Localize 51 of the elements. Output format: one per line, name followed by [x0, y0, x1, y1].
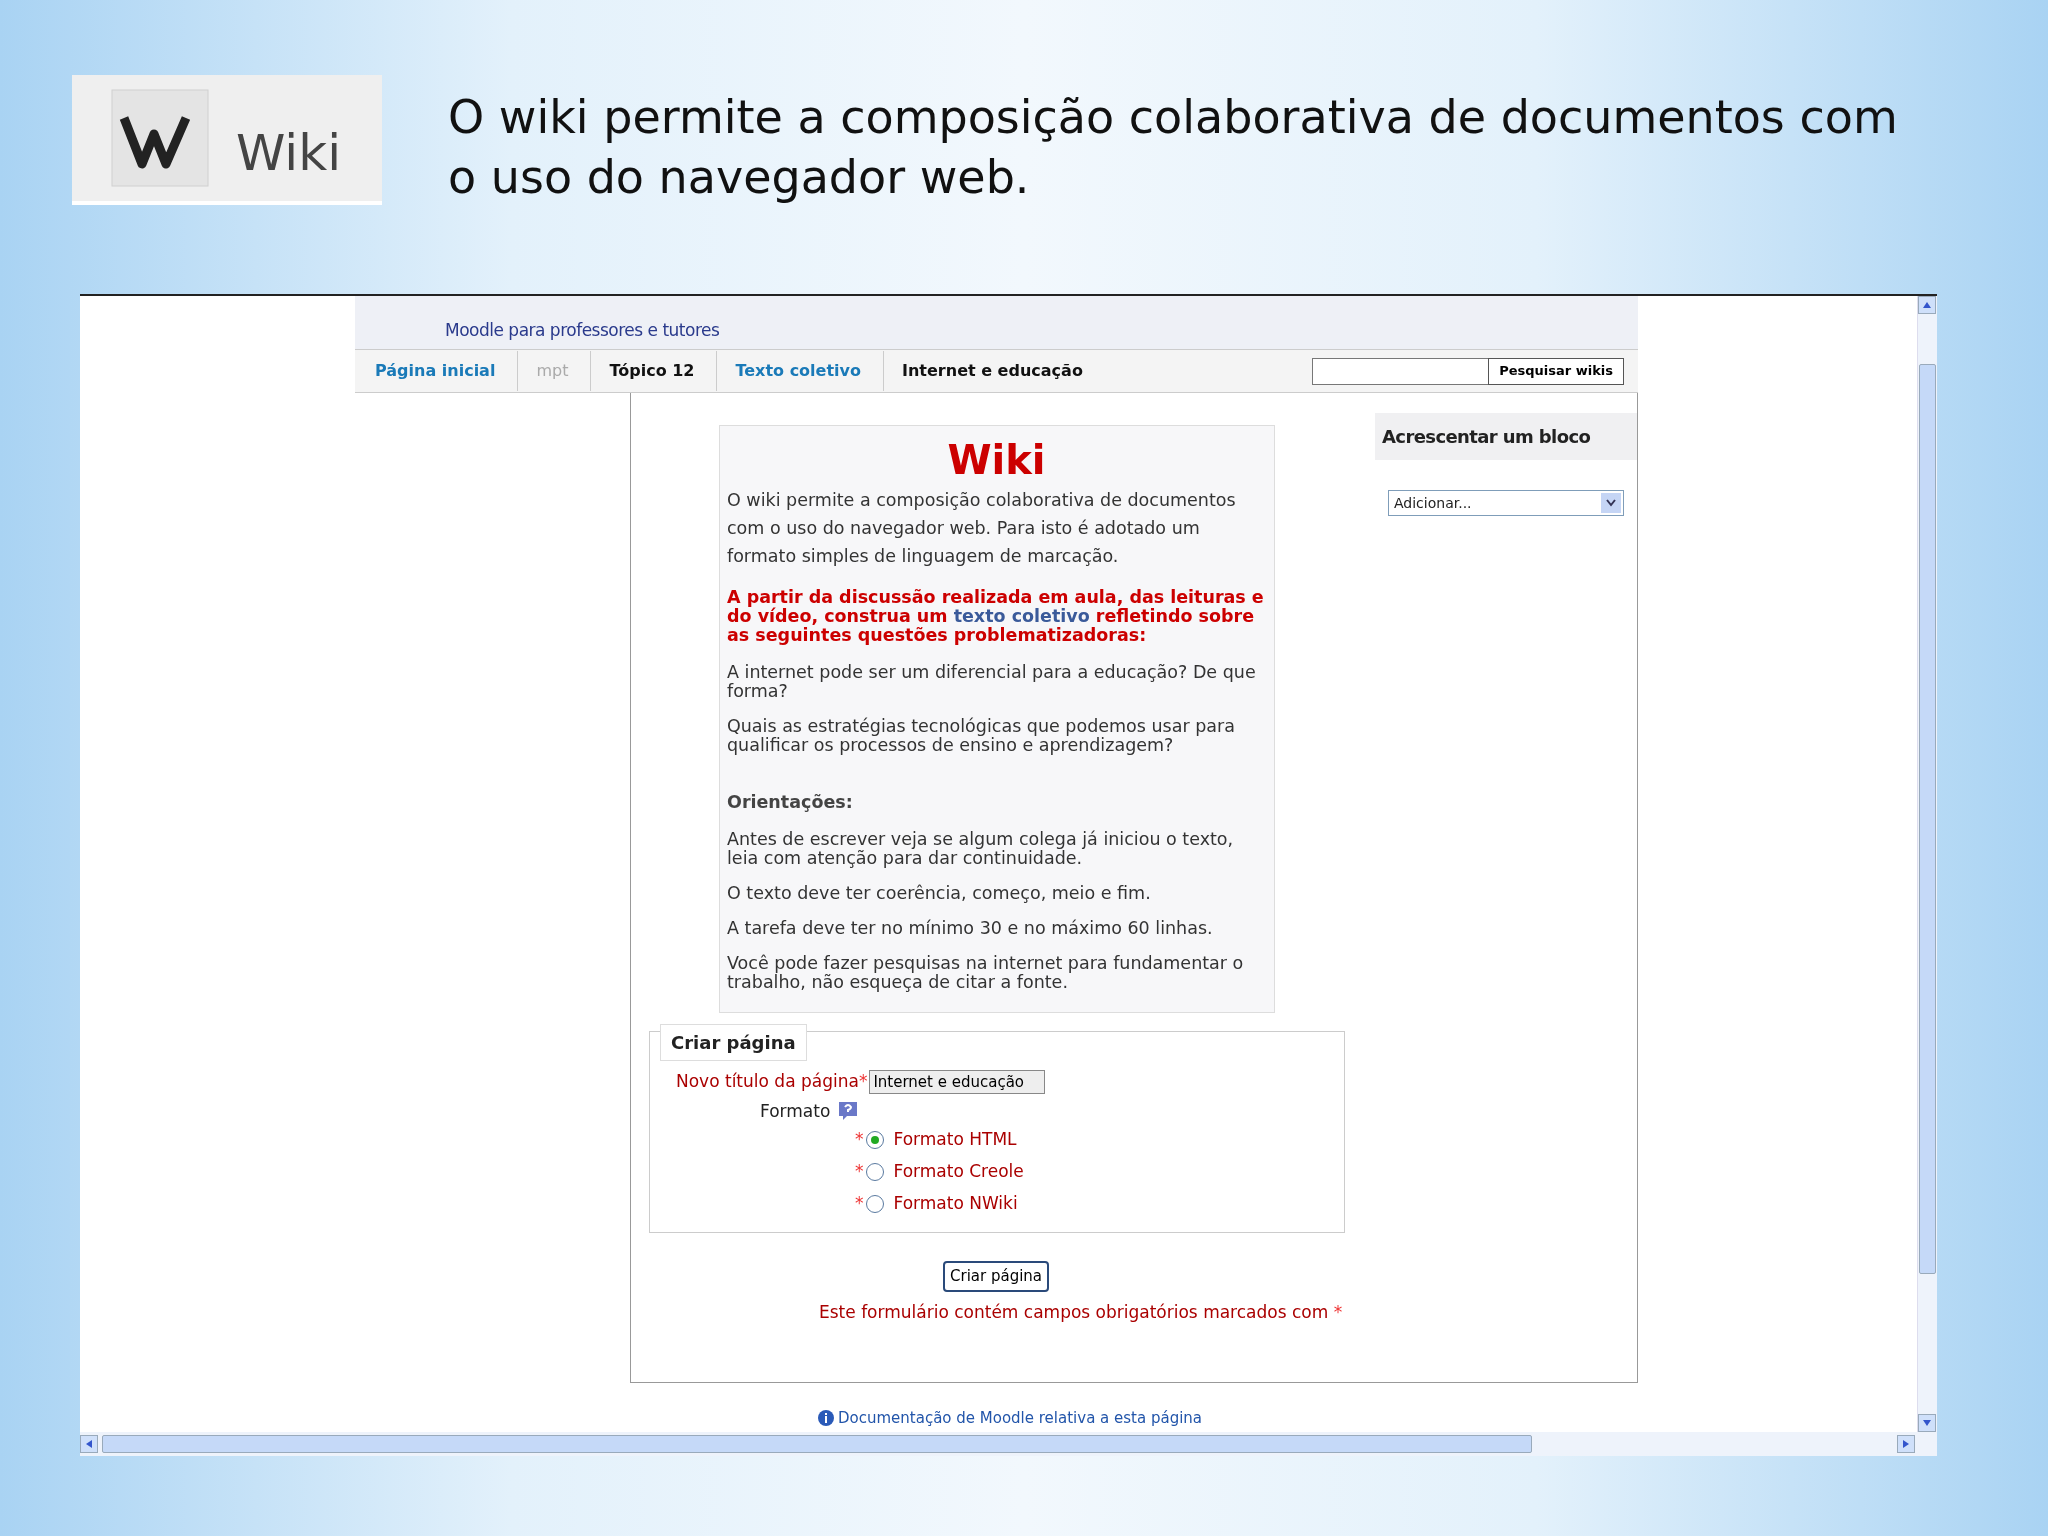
scroll-left-icon[interactable]: [86, 1440, 92, 1448]
orientations-heading: Orientações:: [727, 793, 854, 812]
logo-label: Wiki: [236, 122, 342, 184]
site-name[interactable]: Moodle para professores e tutores: [445, 317, 720, 343]
orientation-paragraph: A tarefa deve ter no mínimo 30 e no máximo 60 linhas.: [727, 919, 1214, 938]
orientation-paragraph: Você pode fazer pesquisas na internet para fundamentar o trabalho, não esqueça de citar a fonte.: [727, 954, 1245, 992]
slide-title: O wiki permite a composição colaborativa de documentos com o uso do navegador web.: [448, 89, 1899, 206]
create-page-button[interactable]: Criar página: [943, 1261, 1050, 1292]
radio-button[interactable]: [865, 1195, 884, 1213]
format-label: Formato: [760, 1099, 831, 1123]
scroll-up-icon[interactable]: [1923, 302, 1931, 308]
block-title: Acrescentar um bloco: [1375, 413, 1637, 460]
wiki-heading: Wiki: [946, 436, 1047, 485]
horizontal-scrollbar[interactable]: [80, 1432, 1937, 1456]
question-paragraph: A internet pode ser um diferencial para a educação? De que forma?: [727, 663, 1257, 701]
radio-button[interactable]: [865, 1131, 884, 1149]
scroll-right-icon[interactable]: [1903, 1440, 1909, 1448]
required-note: Este formulário contém campos obrigatórios marcados com: [819, 1301, 1329, 1322]
vertical-scrollbar[interactable]: [1917, 296, 1937, 1432]
fieldset-legend: Criar página: [660, 1024, 807, 1061]
breadcrumb-item: mpt: [536, 351, 592, 391]
breadcrumb-item[interactable]: Texto coletivo: [735, 351, 884, 391]
orientation-paragraph: O texto deve ter coerência, começo, meio e fim.: [727, 884, 1152, 903]
required-mark: *: [855, 1160, 864, 1184]
required-mark: *: [855, 1192, 864, 1216]
search-field[interactable]: [1312, 357, 1489, 385]
intro-paragraph: O wiki permite a composição colaborativa de documentos com o uso do navegador web. Para isto é adotado um formato simples de linguagem de marcação.: [727, 489, 1237, 568]
scroll-down-icon[interactable]: [1923, 1420, 1931, 1426]
format-option-label[interactable]: Formato Creole: [893, 1159, 1024, 1185]
help-icon[interactable]: [838, 1101, 859, 1122]
required-mark: *: [855, 1128, 864, 1152]
add-block-select[interactable]: Adicionar...: [1388, 490, 1624, 516]
format-option-label[interactable]: Formato NWiki: [893, 1191, 1018, 1217]
info-icon: [818, 1410, 834, 1426]
page-title-field[interactable]: Internet e educação: [869, 1069, 1046, 1094]
breadcrumb-item: Internet e educação: [902, 360, 1084, 382]
required-mark: *: [1333, 1301, 1343, 1322]
prompt-paragraph: A partir da discussão realizada em aula, das leituras e do vídeo, construa um texto coletivo refletindo sobre as seguintes questões problematizadoras:: [727, 588, 1265, 645]
radio-button[interactable]: [865, 1163, 884, 1181]
required-mark: *: [858, 1070, 868, 1093]
question-paragraph: Quais as estratégias tecnológicas que podemos usar para qualificar os processos de ensino e aprendizagem?: [727, 717, 1236, 755]
format-option-label[interactable]: Formato HTML: [893, 1127, 1017, 1153]
breadcrumb-item[interactable]: Página inicial: [375, 351, 519, 391]
orientation-paragraph: Antes de escrever veja se algum colega já iniciou o texto, leia com atenção para dar continuidade.: [727, 830, 1235, 868]
text-link[interactable]: texto coletivo: [953, 606, 1090, 626]
field-label: Novo título da página: [676, 1070, 859, 1093]
search-button[interactable]: Pesquisar wikis: [1488, 357, 1624, 385]
breadcrumb-item: Tópico 12: [609, 351, 718, 391]
chevron-down-icon: [1606, 499, 1616, 507]
documentation-link[interactable]: Documentação de Moodle relativa a esta página: [838, 1406, 1203, 1430]
w-letter-icon: [110, 88, 210, 188]
